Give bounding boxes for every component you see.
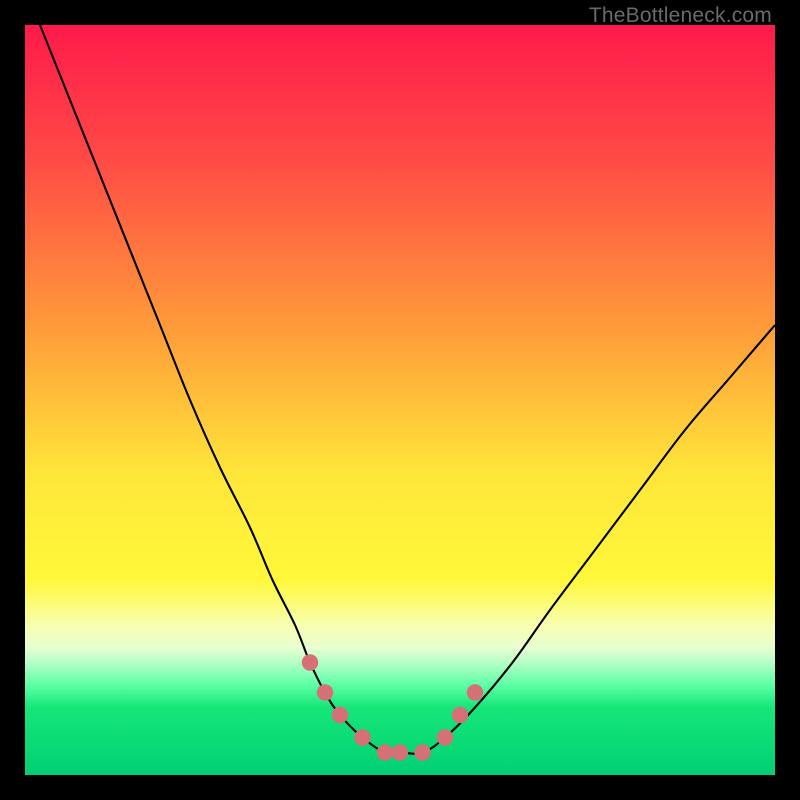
- curve-marker: [467, 684, 484, 701]
- curve-marker: [302, 654, 319, 671]
- curve-marker: [392, 744, 409, 761]
- watermark-text: TheBottleneck.com: [589, 4, 772, 28]
- plot-area: [25, 25, 775, 775]
- marker-group: [302, 654, 484, 761]
- curve-marker: [354, 729, 371, 746]
- curve-layer: [25, 25, 775, 775]
- curve-marker: [317, 684, 334, 701]
- curve-marker: [377, 744, 394, 761]
- curve-marker: [452, 707, 469, 724]
- curve-marker: [437, 729, 454, 746]
- chart-frame: TheBottleneck.com: [0, 0, 800, 800]
- bottleneck-curve: [40, 25, 775, 754]
- curve-marker: [414, 744, 431, 761]
- curve-marker: [332, 707, 349, 724]
